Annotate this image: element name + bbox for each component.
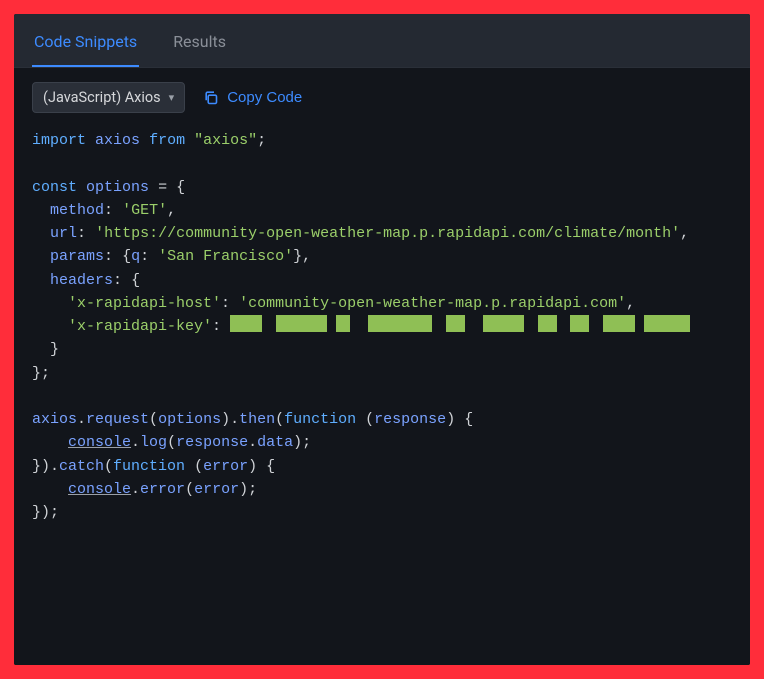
language-select-label: (JavaScript) Axios (43, 89, 161, 106)
copy-code-button[interactable]: Copy Code (203, 89, 302, 106)
tab-results[interactable]: Results (171, 14, 228, 67)
code-panel: Code Snippets Results (JavaScript) Axios… (14, 14, 750, 665)
code-toolbar: (JavaScript) Axios ▾ Copy Code (14, 68, 750, 123)
redacted-api-key (230, 315, 690, 332)
copy-code-label: Copy Code (227, 89, 302, 106)
tab-bar: Code Snippets Results (14, 14, 750, 68)
tab-code-snippets[interactable]: Code Snippets (32, 14, 139, 67)
chevron-down-icon: ▾ (169, 91, 175, 104)
copy-icon (203, 90, 219, 106)
code-area: import axios from "axios"; const options… (14, 123, 750, 665)
language-select[interactable]: (JavaScript) Axios ▾ (32, 82, 185, 113)
code-block[interactable]: import axios from "axios"; const options… (32, 129, 732, 524)
